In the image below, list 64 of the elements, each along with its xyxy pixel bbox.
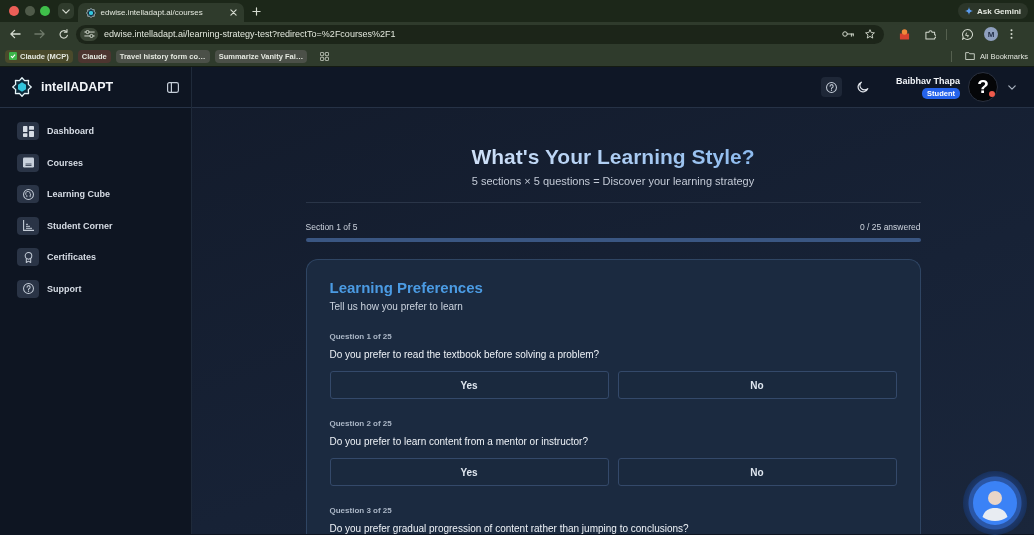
sidebar-toggle-icon[interactable] [167, 81, 179, 93]
star-badge-icon [85, 7, 96, 18]
status-dot-icon [989, 91, 995, 97]
address-bar[interactable]: edwise.intelladapt.ai/learning-strategy-test?redirectTo=%2Fcourses%2F1 [76, 24, 884, 44]
forward-icon[interactable] [34, 29, 45, 39]
close-window-icon[interactable] [9, 6, 19, 16]
page-subtitle: 5 sections × 5 questions = Discover your learning strategy [471, 174, 755, 188]
brand-name: intellADAPT [41, 80, 114, 94]
help-button[interactable] [821, 77, 842, 97]
question-text: Do you prefer to read the textbook before solving a problem? [329, 348, 600, 361]
maximize-window-icon[interactable] [40, 6, 50, 16]
answer-button[interactable]: Yes [329, 371, 609, 399]
grid-icon [17, 122, 39, 140]
check-square-icon [9, 52, 17, 60]
profile-avatar[interactable]: M [984, 27, 998, 41]
answered-counter: 0 / 25 answered [860, 222, 921, 233]
chevron-down-icon [61, 8, 70, 14]
extension-icon[interactable] [899, 28, 910, 40]
user-name: Baibhav Thapa [896, 75, 960, 86]
nav-item[interactable]: Support [17, 276, 88, 301]
browser-tab[interactable]: edwise.intelladapt.ai/courses [77, 3, 244, 22]
question-text: Do you prefer to learn content from a mentor or instructor? [329, 435, 588, 448]
head-icon [17, 185, 39, 204]
nav-item[interactable]: Courses [17, 150, 89, 175]
close-icon[interactable] [229, 9, 237, 16]
question-number: Question 1 of 25 [329, 331, 392, 342]
user-avatar[interactable]: ? [968, 72, 998, 102]
folder-icon [965, 52, 976, 60]
assistant-avatar-icon [973, 481, 1017, 525]
question-text: Do you prefer gradual progression of content rather than jumping to conclusions? [329, 522, 689, 534]
answer-button[interactable]: No [617, 458, 897, 486]
card-title: Learning Preferences [329, 279, 483, 297]
help-icon [17, 279, 39, 298]
moon-icon[interactable] [857, 81, 869, 93]
back-icon[interactable] [10, 29, 21, 39]
question-number: Question 2 of 25 [329, 418, 392, 429]
book-icon [17, 153, 39, 172]
apps-grid-icon[interactable] [320, 51, 330, 61]
tune-icon[interactable] [80, 27, 98, 41]
card-subtitle: Tell us how you prefer to learn [329, 300, 463, 313]
chart-icon [17, 216, 39, 235]
logo-icon [12, 77, 32, 97]
url-text: edwise.intelladapt.ai/learning-strategy-test?redirectTo=%2Fcourses%2F1 [104, 29, 396, 39]
reload-icon[interactable] [58, 29, 69, 39]
plus-icon[interactable] [251, 6, 261, 16]
question-number: Question 3 of 25 [329, 505, 392, 516]
more-icon[interactable] [1010, 29, 1013, 39]
nav-item[interactable]: Student Corner [17, 213, 119, 238]
help-icon [826, 81, 837, 93]
tab-list-button[interactable] [57, 3, 74, 19]
award-icon [17, 248, 39, 267]
star-icon[interactable] [865, 29, 875, 39]
key-icon[interactable] [842, 31, 854, 37]
answer-button[interactable]: No [617, 371, 897, 399]
puzzle-icon[interactable] [925, 28, 936, 40]
sparkle-icon [965, 7, 973, 15]
ask-gemini-button[interactable]: Ask Gemini [958, 3, 1028, 19]
nav-item[interactable]: Dashboard [17, 119, 100, 143]
section-counter: Section 1 of 5 [305, 222, 358, 233]
chevron-down-icon[interactable] [1008, 84, 1016, 90]
chat-bubble-icon[interactable] [962, 28, 973, 40]
answer-button[interactable]: Yes [329, 458, 609, 486]
nav-item[interactable]: Certificates [17, 245, 103, 270]
nav-item[interactable]: Learning Cube [17, 182, 116, 207]
